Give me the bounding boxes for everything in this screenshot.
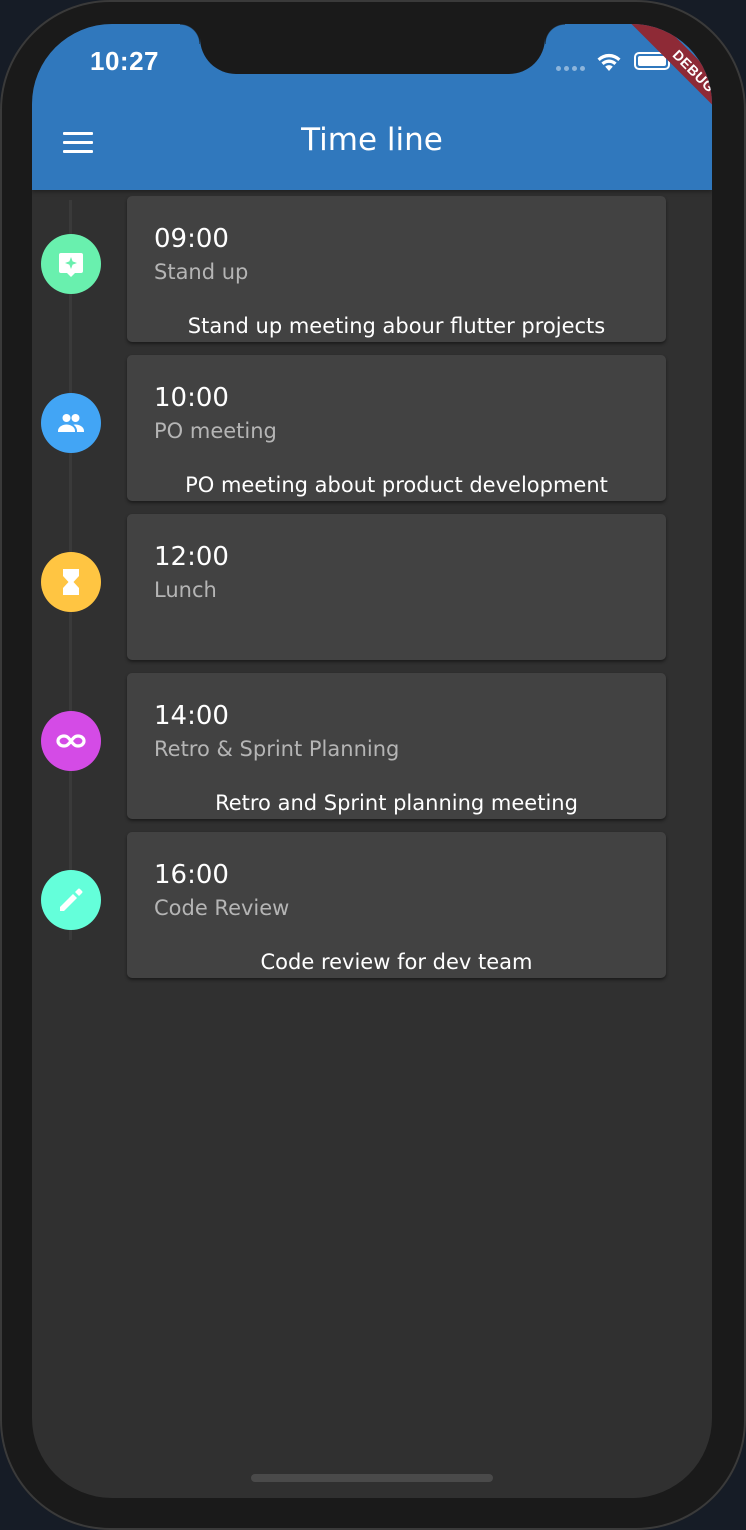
event-description: Code review for dev team <box>260 950 533 974</box>
debug-banner-label: DEBUG <box>622 24 712 143</box>
timeline-item: 09:00 Stand up Stand up meeting abour fl… <box>32 190 712 342</box>
timeline-item: 14:00 Retro & Sprint Planning Retro and … <box>32 667 712 819</box>
timeline-card[interactable]: 12:00 Lunch <box>127 514 666 660</box>
infinity-icon <box>41 711 101 771</box>
event-title: Code Review <box>154 896 290 920</box>
event-time: 12:00 <box>154 542 229 572</box>
people-icon <box>41 393 101 453</box>
timeline-card[interactable]: 09:00 Stand up Stand up meeting abour fl… <box>127 196 666 342</box>
debug-banner: DEBUG <box>592 24 712 144</box>
event-time: 10:00 <box>154 383 229 413</box>
event-time: 09:00 <box>154 224 229 254</box>
timeline-item: 10:00 PO meeting PO meeting about produc… <box>32 349 712 501</box>
home-indicator[interactable] <box>251 1474 493 1482</box>
event-title: Retro & Sprint Planning <box>154 737 400 761</box>
event-time: 14:00 <box>154 701 229 731</box>
timeline-item: 12:00 Lunch <box>32 508 712 660</box>
event-description: Retro and Sprint planning meeting <box>215 791 578 815</box>
timeline-card[interactable]: 16:00 Code Review Code review for dev te… <box>127 832 666 978</box>
chat-sparkle-icon <box>41 234 101 294</box>
event-time: 16:00 <box>154 860 229 890</box>
event-title: Stand up <box>154 260 249 284</box>
hourglass-icon <box>41 552 101 612</box>
app-screen: 10:27 Time line DEBUG 09:00 Stand up Sta… <box>32 24 712 1498</box>
event-title: PO meeting <box>154 419 277 443</box>
timeline-card[interactable]: 10:00 PO meeting PO meeting about produc… <box>127 355 666 501</box>
event-title: Lunch <box>154 578 217 602</box>
pencil-icon <box>41 870 101 930</box>
timeline-item: 16:00 Code Review Code review for dev te… <box>32 826 712 978</box>
cellular-signal-icon <box>556 66 585 71</box>
event-description: PO meeting about product development <box>185 473 608 497</box>
status-time: 10:27 <box>90 46 159 76</box>
device-notch <box>180 24 565 74</box>
event-description: Stand up meeting abour flutter projects <box>187 314 606 338</box>
timeline-card[interactable]: 14:00 Retro & Sprint Planning Retro and … <box>127 673 666 819</box>
